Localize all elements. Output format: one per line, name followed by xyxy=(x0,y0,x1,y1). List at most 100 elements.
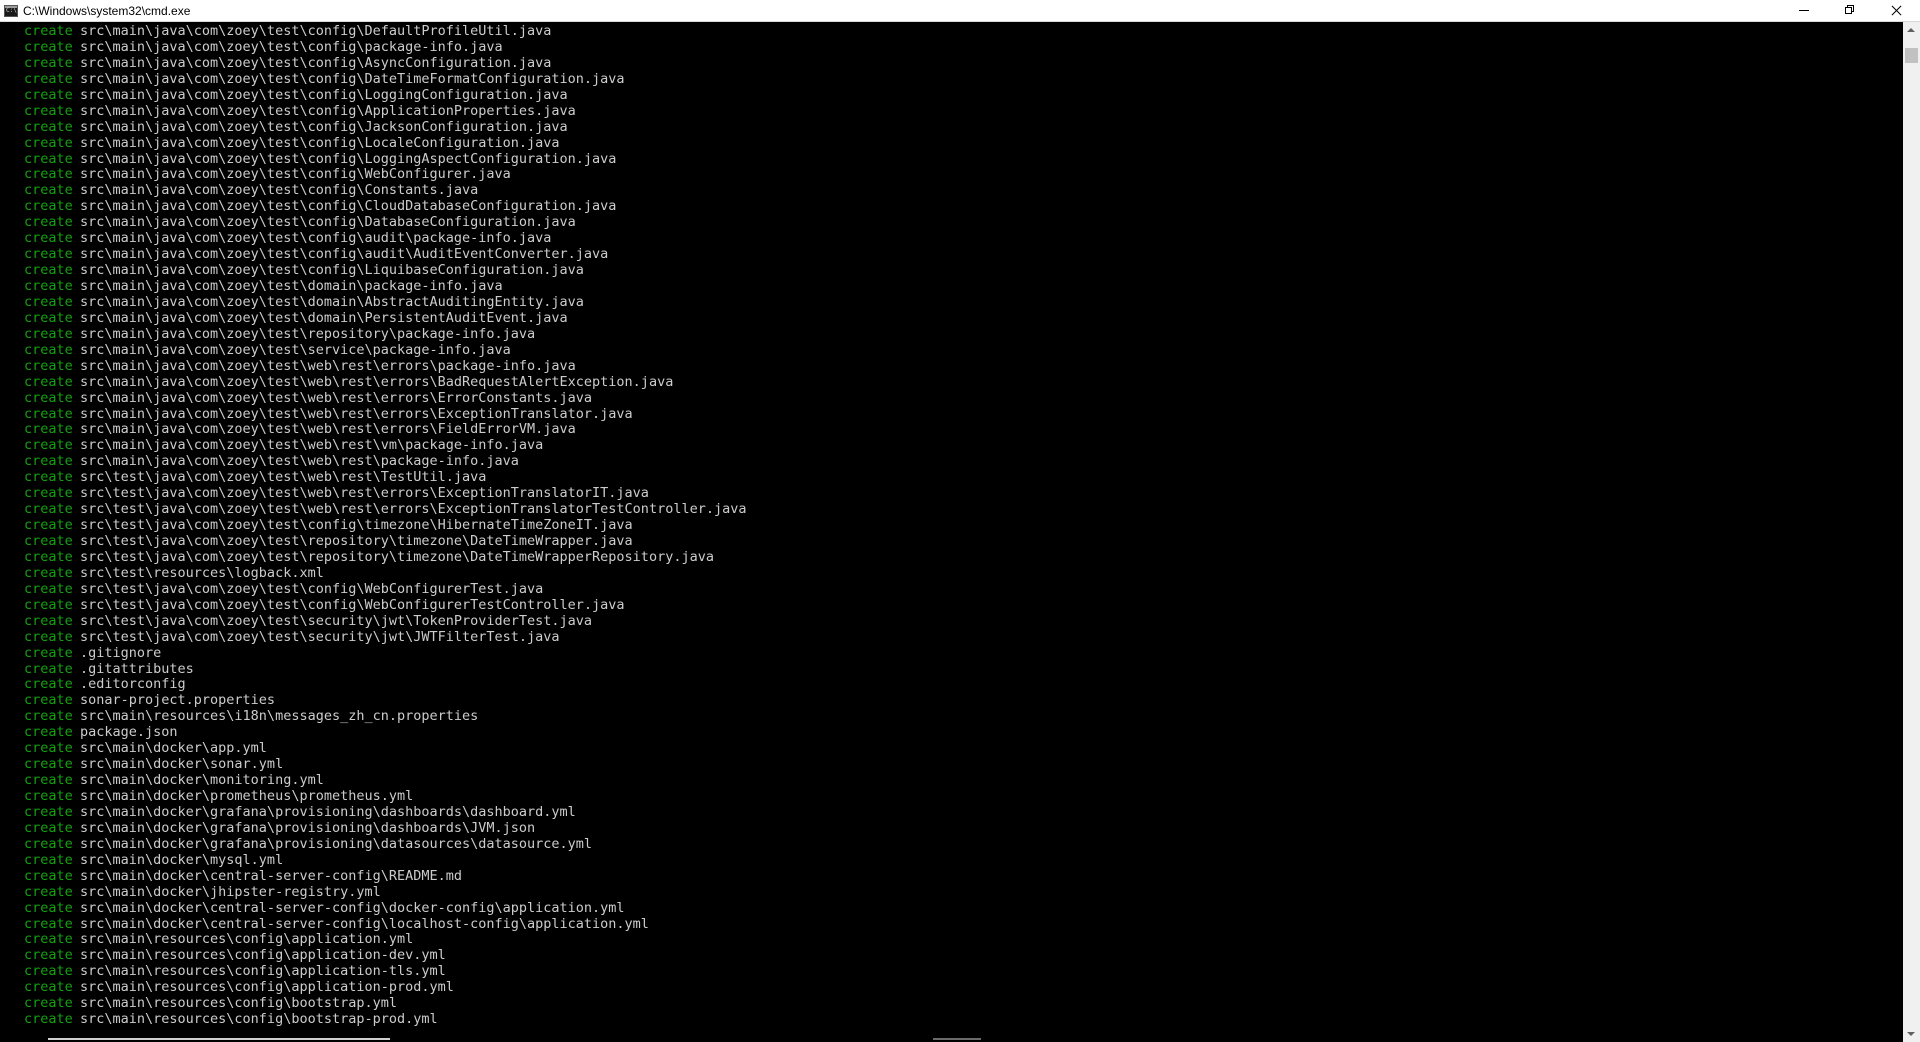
output-line: create src\main\docker\jhipster-registry.… xyxy=(24,884,746,901)
line-verb: create xyxy=(24,548,73,565)
vertical-scrollbar[interactable] xyxy=(1903,22,1920,1042)
line-verb: create xyxy=(24,676,73,693)
line-path: src\main\java\com\zoey\test\config\packa… xyxy=(80,38,503,55)
output-line: create src\main\java\com\zoey\test\config… xyxy=(24,214,746,231)
line-path: src\main\java\com\zoey\test\web\rest\err… xyxy=(80,421,576,438)
line-path: src\main\docker\prometheus\prometheus.ym… xyxy=(80,788,414,804)
line-path: src\main\java\com\zoey\test\service\pack… xyxy=(80,341,511,358)
line-verb: create xyxy=(24,596,73,613)
minimize-button[interactable] xyxy=(1781,0,1827,22)
restore-button[interactable] xyxy=(1827,0,1873,22)
output-line: create src\test\java\com\zoey\test\config… xyxy=(24,517,746,534)
line-path: src\main\java\com\zoey\test\web\rest\err… xyxy=(80,405,633,422)
output-line: create src\main\java\com\zoey\test\domain… xyxy=(24,293,746,311)
line-verb: create xyxy=(24,278,73,294)
output-line: create src\main\java\com\zoey\test\config… xyxy=(24,182,746,199)
output-line: create src\test\java\com\zoey\test\config… xyxy=(24,596,746,614)
output-line: create src\main\docker\grafana\provisioni… xyxy=(24,803,746,821)
output-line: create src\main\resources\config\applicat… xyxy=(24,931,746,948)
output-line: create src\main\java\com\zoey\test\config… xyxy=(24,23,746,40)
cmd-icon[interactable] xyxy=(4,5,18,17)
line-path: src\test\java\com\zoey\test\config\timez… xyxy=(80,517,633,534)
line-verb: create xyxy=(24,979,73,996)
output-line: create src\main\java\com\zoey\test\web\re… xyxy=(24,421,746,438)
line-path: .editorconfig xyxy=(80,676,186,693)
line-verb: create xyxy=(24,214,73,231)
output-line: create src\main\java\com\zoey\test\config… xyxy=(24,166,746,183)
line-verb: create xyxy=(24,485,73,502)
line-path: src\main\java\com\zoey\test\config\Appli… xyxy=(80,102,576,119)
line-verb: create xyxy=(24,118,73,135)
line-path: src\main\docker\grafana\provisioning\das… xyxy=(80,819,536,836)
line-verb: create xyxy=(24,357,73,374)
output-line: create sonar-project.properties xyxy=(24,692,746,709)
line-path: src\main\java\com\zoey\test\config\WebCo… xyxy=(80,166,511,183)
line-verb: create xyxy=(24,373,73,390)
scroll-thumb[interactable] xyxy=(1905,48,1918,63)
line-verb: create xyxy=(24,230,73,247)
line-path: src\main\resources\config\application-de… xyxy=(80,947,446,964)
output-line: create src\main\java\com\zoey\test\web\re… xyxy=(24,405,746,423)
window-title: C:\Windows\system32\cmd.exe xyxy=(23,4,191,18)
title-bar[interactable]: C:\Windows\system32\cmd.exe xyxy=(0,0,1920,22)
line-verb: create xyxy=(24,931,73,948)
output-line: create src\main\resources\config\bootstra… xyxy=(24,1011,746,1028)
output-line: create src\main\java\com\zoey\test\config… xyxy=(24,87,746,104)
output-line: create src\main\docker\grafana\provisioni… xyxy=(24,835,746,853)
output-line: create src\main\java\com\zoey\test\reposi… xyxy=(24,326,746,343)
line-path: src\main\docker\app.yml xyxy=(80,740,267,757)
output-line: create src\main\java\com\zoey\test\config… xyxy=(24,38,746,56)
line-verb: create xyxy=(24,628,73,645)
line-verb: create xyxy=(24,724,73,741)
line-path: src\test\java\com\zoey\test\web\rest\err… xyxy=(80,485,649,502)
output-line: create .gitattributes xyxy=(24,660,746,678)
line-path: src\main\docker\central-server-config\lo… xyxy=(80,915,649,932)
line-path: src\main\java\com\zoey\test\config\Defau… xyxy=(80,23,552,39)
line-verb: create xyxy=(24,612,73,629)
line-verb: create xyxy=(24,803,73,820)
line-verb: create xyxy=(24,660,73,677)
output-line: create src\main\java\com\zoey\test\config… xyxy=(24,262,746,279)
line-path: src\main\java\com\zoey\test\config\Cloud… xyxy=(80,198,617,215)
output-line: create .editorconfig xyxy=(24,676,746,693)
scroll-up-arrow-icon[interactable] xyxy=(1903,22,1920,39)
output-line: create src\main\docker\central-server-con… xyxy=(24,868,746,885)
line-path: src\main\docker\grafana\provisioning\das… xyxy=(80,803,576,820)
line-path: src\main\java\com\zoey\test\domain\Abstr… xyxy=(80,293,584,310)
line-path: src\main\resources\config\bootstrap-prod… xyxy=(80,1011,438,1028)
line-verb: create xyxy=(24,54,73,71)
output-line: create src\main\java\com\zoey\test\config… xyxy=(24,151,746,168)
line-verb: create xyxy=(24,501,73,518)
line-path: src\test\java\com\zoey\test\web\rest\Tes… xyxy=(80,469,487,486)
line-verb: create xyxy=(24,437,73,454)
line-path: src\main\java\com\zoey\test\web\rest\err… xyxy=(80,389,593,406)
output-line: create src\main\resources\config\bootstra… xyxy=(24,995,746,1012)
scroll-down-arrow-icon[interactable] xyxy=(1903,1025,1920,1042)
console-output[interactable]: create src\main\java\com\zoey\test\config… xyxy=(0,22,1903,1042)
output-line: create src\main\docker\central-server-con… xyxy=(24,915,746,933)
line-verb: create xyxy=(24,517,73,534)
line-verb: create xyxy=(24,134,73,151)
line-verb: create xyxy=(24,70,73,87)
output-line: create src\main\docker\central-server-con… xyxy=(24,900,746,917)
output-line: create src\main\java\com\zoey\test\web\re… xyxy=(24,373,746,391)
output-line: create src\main\java\com\zoey\test\config… xyxy=(24,102,746,120)
line-verb: create xyxy=(24,915,73,932)
cmd-window: C:\Windows\system32\cmd.exe create src\ma… xyxy=(0,0,1920,1042)
line-verb: create xyxy=(24,788,73,804)
output-line: create src\main\java\com\zoey\test\web\re… xyxy=(24,357,746,375)
line-verb: create xyxy=(24,341,73,358)
line-verb: create xyxy=(24,756,73,773)
line-verb: create xyxy=(24,819,73,836)
line-path: sonar-project.properties xyxy=(80,692,276,709)
line-path: src\main\java\com\zoey\test\config\Async… xyxy=(80,54,552,71)
output-line: create src\main\docker\prometheus\prometh… xyxy=(24,788,746,805)
status-line xyxy=(48,1038,390,1040)
line-verb: create xyxy=(24,947,73,964)
line-verb: create xyxy=(24,564,73,581)
line-verb: create xyxy=(24,835,73,852)
close-button[interactable] xyxy=(1873,0,1919,22)
output-line: create src\main\docker\mysql.yml xyxy=(24,852,746,869)
output-line: create .gitignore xyxy=(24,645,746,662)
output-line: create src\main\java\com\zoey\test\domain… xyxy=(24,310,746,327)
